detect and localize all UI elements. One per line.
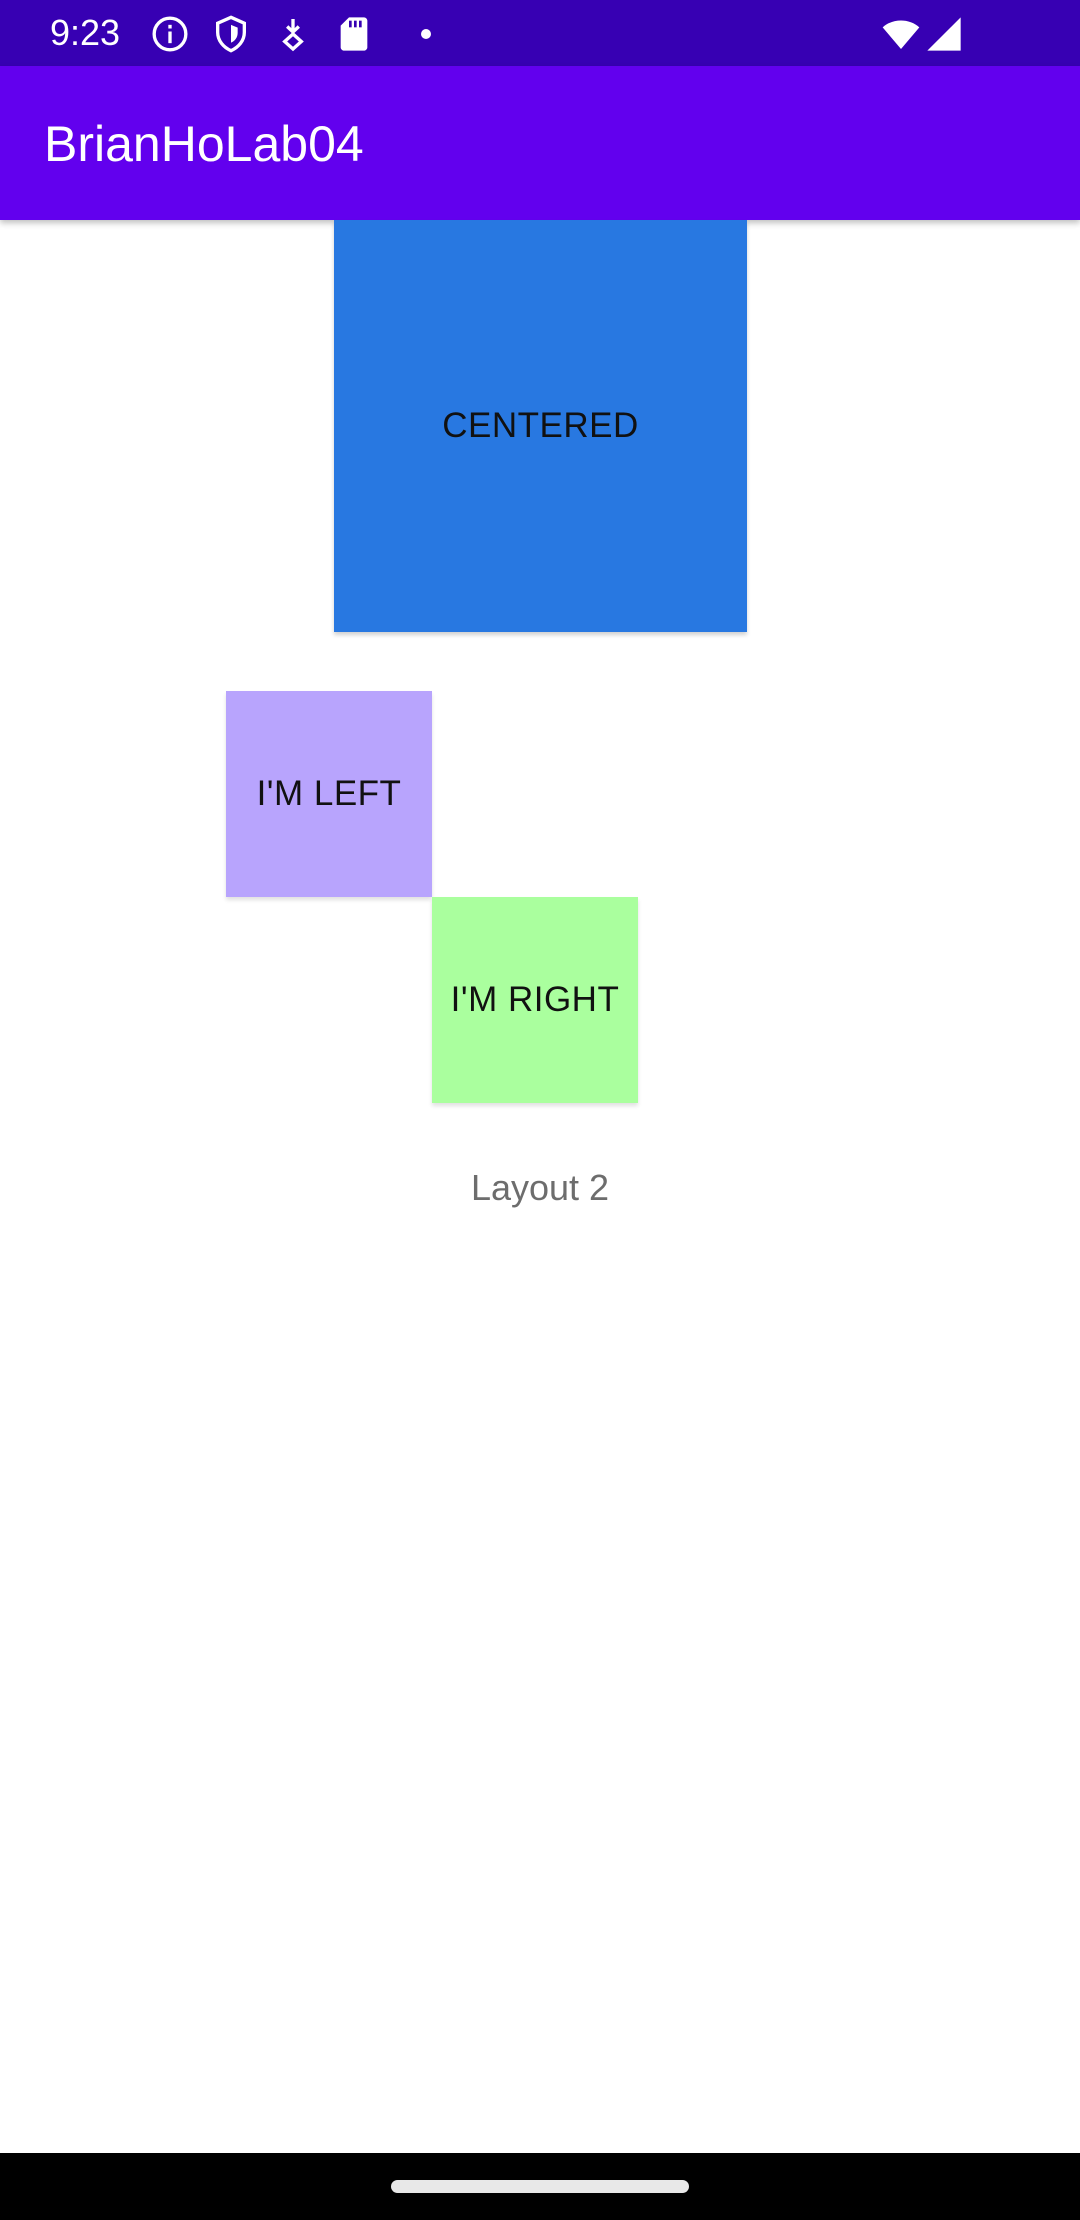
shield-icon xyxy=(211,14,251,54)
centered-box: CENTERED xyxy=(334,220,747,632)
home-gesture-handle[interactable] xyxy=(391,2180,689,2193)
app-title: BrianHoLab04 xyxy=(44,116,364,172)
info-icon xyxy=(150,14,190,54)
wifi-icon xyxy=(879,14,923,54)
navigation-bar xyxy=(0,2153,1080,2220)
sd-card-icon xyxy=(334,14,374,54)
status-bar: 9:23 xyxy=(0,0,1080,66)
layout-label: Layout 2 xyxy=(470,1167,610,1208)
right-box-label: I'M RIGHT xyxy=(450,980,620,1019)
notification-dot-icon xyxy=(396,14,436,54)
right-box: I'M RIGHT xyxy=(432,897,638,1103)
app-screen: 9:23 BrianHoLab04 CENTERED I'M LEFT I'M … xyxy=(0,0,1080,2220)
app-bar: BrianHoLab04 xyxy=(0,66,1080,220)
cell-signal-icon xyxy=(924,14,964,54)
status-time: 9:23 xyxy=(50,12,121,53)
centered-box-label: CENTERED xyxy=(442,406,639,445)
left-box: I'M LEFT xyxy=(226,691,432,897)
left-box-label: I'M LEFT xyxy=(256,774,402,813)
download-icon xyxy=(273,14,313,54)
